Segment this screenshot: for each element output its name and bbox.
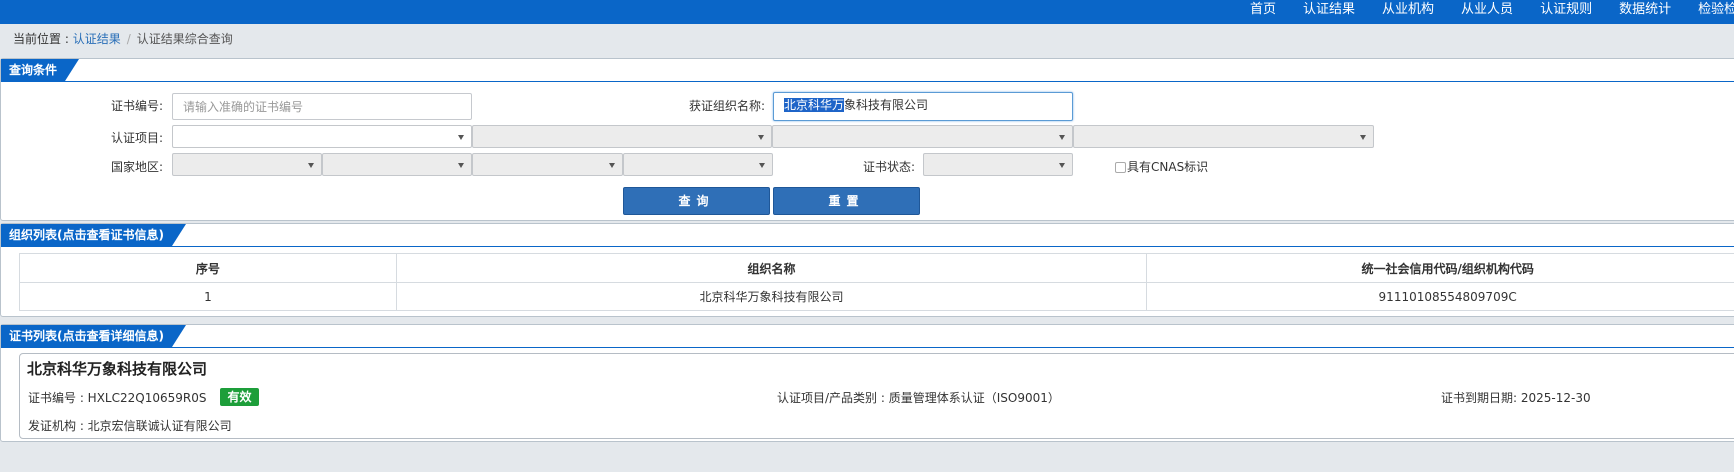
project-select-3[interactable] bbox=[772, 125, 1073, 148]
region-select-1[interactable] bbox=[172, 153, 322, 176]
col-org-name: 组织名称 bbox=[395, 253, 1148, 283]
chevron-down-icon bbox=[458, 163, 464, 168]
cnas-checkbox[interactable] bbox=[1115, 162, 1126, 173]
cert-expiry: 证书到期日期: 2025-12-30 bbox=[1441, 391, 1591, 405]
query-panel-title: 查询条件 bbox=[1, 59, 79, 81]
chevron-down-icon bbox=[609, 163, 615, 168]
region-select-2[interactable] bbox=[322, 153, 472, 176]
breadcrumb-separator: / bbox=[126, 32, 131, 46]
org-name-label: 获证组织名称: bbox=[688, 99, 765, 113]
org-name-rest-text: 象科技有限公司 bbox=[844, 98, 929, 112]
org-list-title: 组织列表(点击查看证书信息) bbox=[1, 224, 186, 246]
nav-statistics[interactable]: 数据统计 bbox=[1619, 0, 1671, 24]
query-panel-header: 查询条件 bbox=[1, 59, 1734, 82]
top-nav: 首页 认证结果 从业机构 从业人员 认证规则 数据统计 检验检 bbox=[1250, 0, 1734, 24]
chevron-down-icon bbox=[1059, 163, 1065, 168]
project-select-1[interactable] bbox=[172, 125, 472, 148]
cert-category: 认证项目/产品类别 : 质量管理体系认证（ISO9001） bbox=[777, 391, 1060, 405]
status-label: 证书状态: bbox=[862, 160, 915, 174]
status-select[interactable] bbox=[923, 153, 1073, 176]
project-label: 认证项目: bbox=[110, 131, 163, 145]
query-panel: 查询条件 证书编号: 获证组织名称: 北京科华万象科技有限公司 认证项目: 国家… bbox=[0, 58, 1734, 221]
cert-list-title: 证书列表(点击查看详细信息) bbox=[1, 325, 186, 347]
cert-no-input[interactable] bbox=[172, 93, 472, 120]
region-select-4[interactable] bbox=[623, 153, 773, 176]
breadcrumb-label: 当前位置 : bbox=[13, 32, 73, 46]
col-index: 序号 bbox=[19, 253, 397, 283]
org-table: 序号 组织名称 统一社会信用代码/组织机构代码 1 北京科华万象科技有限公司 9… bbox=[19, 253, 1734, 311]
region-label: 国家地区: bbox=[110, 160, 163, 174]
chevron-down-icon bbox=[308, 163, 314, 168]
cert-card[interactable]: 北京科华万象科技有限公司 证书编号 : HXLC22Q10659R0S 有效 认… bbox=[19, 353, 1734, 439]
query-button[interactable]: 查询 bbox=[623, 187, 770, 215]
nav-home[interactable]: 首页 bbox=[1250, 0, 1276, 24]
row-credit-code: 91110108554809709C bbox=[1146, 282, 1734, 311]
breadcrumb: 当前位置 : 认证结果 / 认证结果综合查询 bbox=[13, 30, 233, 48]
reset-button[interactable]: 重置 bbox=[773, 187, 920, 215]
org-list-header: 组织列表(点击查看证书信息) bbox=[1, 224, 1734, 247]
project-select-4[interactable] bbox=[1073, 125, 1374, 148]
chevron-down-icon bbox=[1360, 135, 1366, 140]
chevron-down-icon bbox=[758, 135, 764, 140]
chevron-down-icon bbox=[458, 135, 464, 140]
breadcrumb-link-cert-results[interactable]: 认证结果 bbox=[73, 32, 121, 46]
cert-no-label: 证书编号: bbox=[110, 99, 163, 113]
chevron-down-icon bbox=[1059, 135, 1065, 140]
region-select-3[interactable] bbox=[472, 153, 623, 176]
nav-personnel[interactable]: 从业人员 bbox=[1461, 0, 1513, 24]
nav-inspection[interactable]: 检验检 bbox=[1698, 0, 1734, 24]
cert-list-header: 证书列表(点击查看详细信息) bbox=[1, 325, 1734, 348]
table-row[interactable]: 1 北京科华万象科技有限公司 91110108554809709C bbox=[19, 282, 1734, 311]
status-badge: 有效 bbox=[220, 388, 259, 406]
cnas-label: 具有CNAS标识 bbox=[1127, 160, 1209, 174]
top-nav-bar: 首页 认证结果 从业机构 从业人员 认证规则 数据统计 检验检 bbox=[0, 0, 1734, 24]
nav-institutions[interactable]: 从业机构 bbox=[1382, 0, 1434, 24]
cert-number: 证书编号 : HXLC22Q10659R0S bbox=[28, 391, 207, 405]
row-index: 1 bbox=[19, 282, 397, 311]
nav-cert-results[interactable]: 认证结果 bbox=[1303, 0, 1355, 24]
cert-issuer: 发证机构 : 北京宏信联诚认证有限公司 bbox=[28, 419, 232, 433]
chevron-down-icon bbox=[759, 163, 765, 168]
breadcrumb-current: 认证结果综合查询 bbox=[136, 32, 233, 46]
org-name-selected-text: 北京科华万 bbox=[784, 98, 845, 112]
project-select-2[interactable] bbox=[472, 125, 772, 148]
row-org-name[interactable]: 北京科华万象科技有限公司 bbox=[395, 282, 1148, 311]
col-credit-code: 统一社会信用代码/组织机构代码 bbox=[1146, 253, 1734, 283]
nav-rules[interactable]: 认证规则 bbox=[1540, 0, 1592, 24]
org-name-input[interactable]: 北京科华万象科技有限公司 bbox=[773, 92, 1073, 121]
cert-org-name: 北京科华万象科技有限公司 bbox=[27, 360, 208, 378]
